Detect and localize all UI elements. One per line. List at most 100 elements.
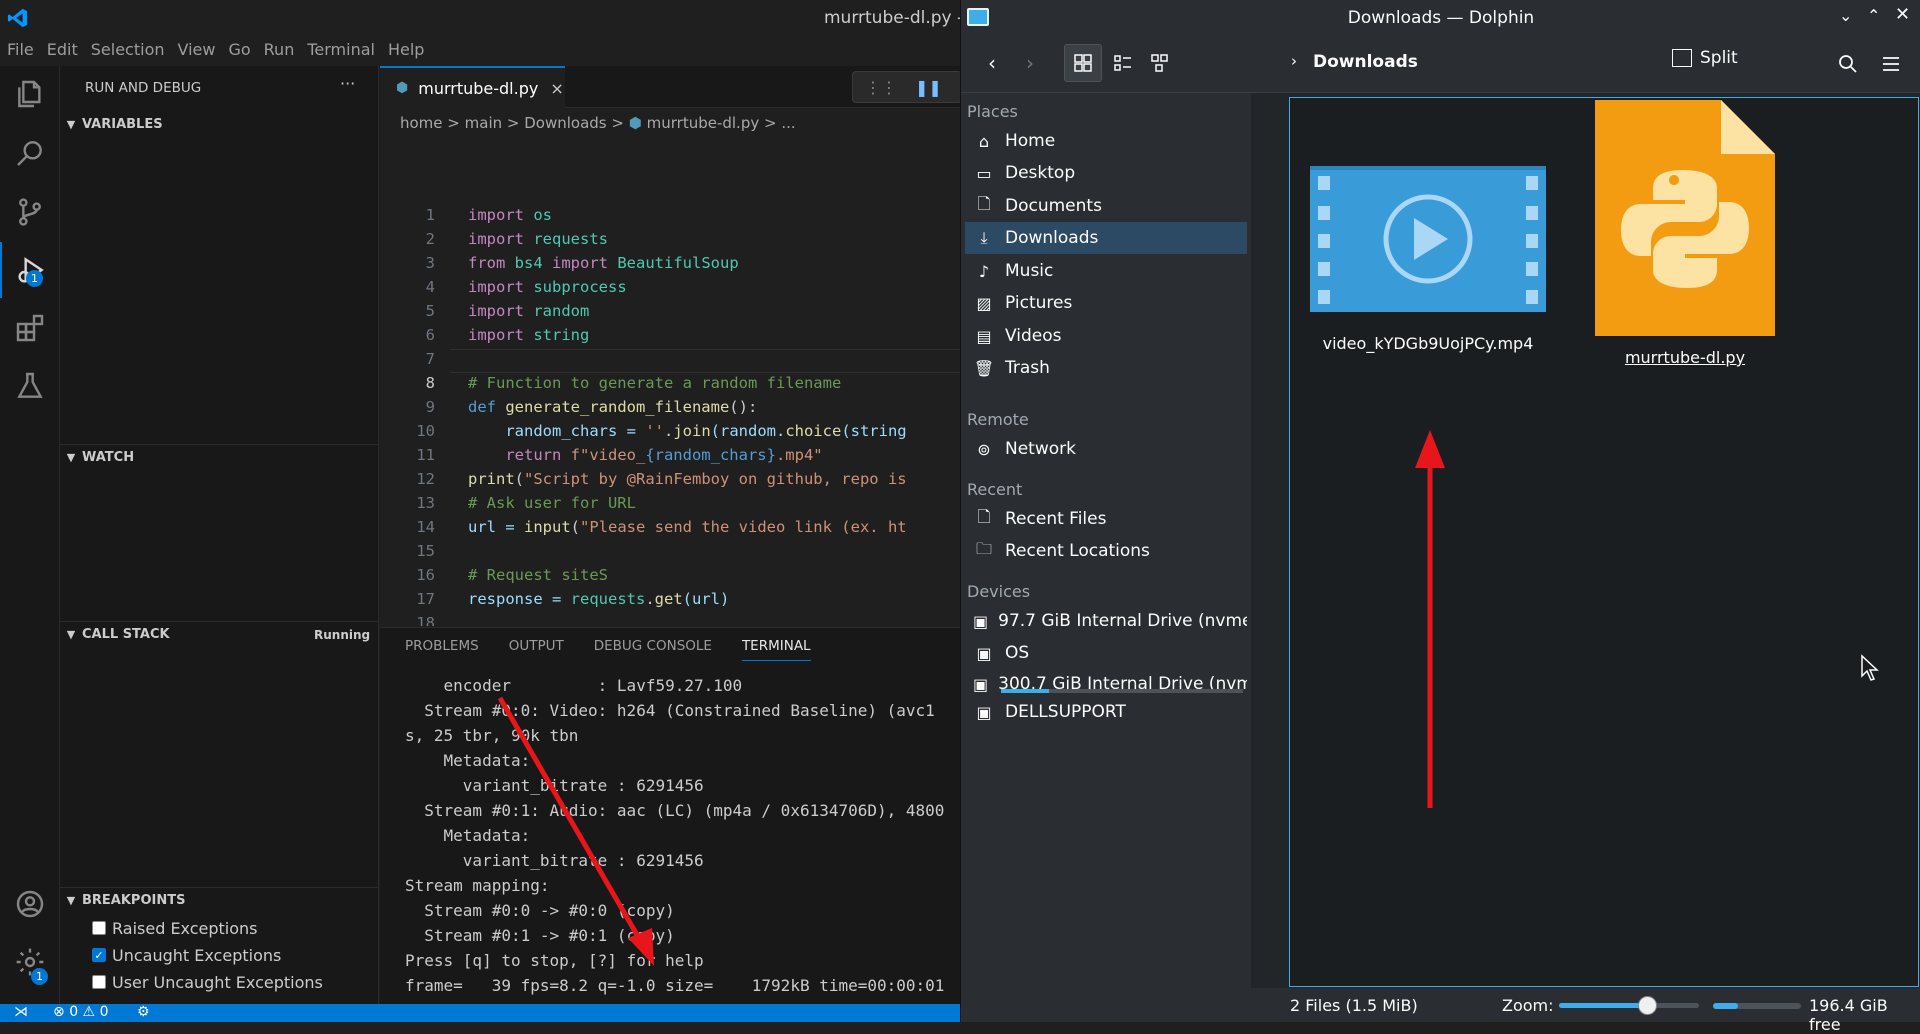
icons-view-button[interactable] — [1064, 44, 1102, 82]
place-downloads[interactable]: ⤓ Downloads — [965, 222, 1247, 254]
minimize-icon[interactable]: ⌄ — [1839, 6, 1852, 25]
zoom-slider-handle[interactable] — [1638, 996, 1657, 1015]
search-icon[interactable] — [1838, 54, 1858, 74]
place-documents[interactable]: 🗋 Documents — [965, 190, 1247, 222]
place-home[interactable]: ⌂ Home — [965, 125, 1247, 157]
code-token: # Request siteS — [468, 566, 608, 584]
line-number: 10 — [416, 422, 435, 440]
menu-help[interactable]: Help — [381, 39, 430, 63]
breadcrumb-file[interactable]: murrtube-dl.py — [647, 114, 760, 132]
status-bar: ⋊ ⊗ 0 ⚠ 0 ⚙ — [0, 1004, 960, 1022]
maximize-icon[interactable]: ⌃ — [1867, 6, 1880, 25]
problems-status[interactable]: ⊗ 0 ⚠ 0 — [53, 1004, 108, 1020]
menu-go[interactable]: Go — [221, 39, 256, 63]
forward-button[interactable]: › — [1011, 44, 1049, 82]
place-label: Network — [1005, 439, 1076, 459]
device-dellsupport[interactable]: ▣ DELLSUPPORT — [965, 696, 1247, 728]
variables-section-header[interactable]: ▼ VARIABLES — [60, 111, 379, 137]
panel-tabs: PROBLEMS OUTPUT DEBUG CONSOLE TERMINAL — [405, 638, 811, 661]
menu-run[interactable]: Run — [257, 39, 301, 63]
place-recent-files[interactable]: 🗋 Recent Files — [965, 503, 1247, 535]
window-title: Downloads — Dolphin — [1347, 8, 1535, 28]
tab-murrtube-dl[interactable]: ⬢ murrtube-dl.py × — [380, 66, 565, 108]
tab-problems[interactable]: PROBLEMS — [405, 638, 479, 661]
code-token: def — [468, 398, 496, 416]
place-desktop[interactable]: ▭ Desktop — [965, 157, 1247, 189]
back-button[interactable]: ‹ — [973, 44, 1011, 82]
drag-handle-icon[interactable]: ⋮⋮ — [865, 78, 897, 97]
file-view[interactable]: video_kYDGb9UojPCy.mp4 murrtube-dl.py — [1289, 97, 1919, 987]
search-icon[interactable] — [0, 125, 60, 181]
code-editor[interactable]: 1 2 3 4 5 6 7 8 9 10 11 12 13 14 15 16 1… — [380, 136, 960, 626]
file-python[interactable]: murrtube-dl.py — [1585, 100, 1785, 367]
run-debug-icon[interactable]: 1 — [0, 242, 60, 298]
device-os[interactable]: ▣ OS — [965, 637, 1247, 669]
more-actions-button[interactable]: ··· — [340, 74, 355, 93]
documents-icon: 🗋 — [977, 193, 991, 213]
remote-icon[interactable]: ⋊ — [14, 1004, 28, 1020]
checkbox[interactable] — [92, 921, 106, 935]
location-breadcrumb[interactable]: Downloads — [1313, 52, 1418, 72]
testing-icon[interactable] — [0, 358, 60, 414]
settings-gear-icon[interactable]: 1 — [0, 934, 60, 990]
tab-debug-console[interactable]: DEBUG CONSOLE — [594, 638, 712, 661]
place-videos[interactable]: ▤ Videos — [965, 320, 1247, 352]
code-token: # Ask user for URL — [468, 494, 636, 512]
location-chevron-icon[interactable]: › — [1291, 52, 1297, 70]
tab-output[interactable]: OUTPUT — [509, 638, 564, 661]
place-pictures[interactable]: ▨ Pictures — [965, 287, 1247, 319]
breadcrumb-home[interactable]: home — [400, 114, 443, 132]
place-trash[interactable]: 🗑 Trash — [965, 352, 1247, 384]
code-line: import subprocess — [468, 278, 627, 296]
accounts-icon[interactable] — [0, 876, 60, 932]
checkbox-checked[interactable]: ✓ — [92, 948, 106, 962]
terminal-line: frame= 39 fps=8.2 q=-1.0 size= 1792kB ti… — [405, 976, 945, 995]
split-button[interactable]: Split — [1672, 48, 1738, 68]
run-debug-sidebar: RUN AND DEBUG ··· ▼ VARIABLES ▼ WATCH ▼ CAL… — [60, 66, 379, 1004]
call-stack-section-header[interactable]: ▼ CALL STACK Running — [60, 621, 379, 647]
breakpoint-user-uncaught[interactable]: User Uncaught Exceptions — [92, 971, 323, 993]
source-control-icon[interactable] — [0, 184, 60, 240]
back-arrow-icon: ‹ — [988, 51, 996, 75]
settings-badge: 1 — [31, 968, 48, 985]
error-count: 0 — [69, 1004, 79, 1020]
tab-terminal[interactable]: TERMINAL — [741, 638, 811, 661]
terminal-line: Stream #0:0 -> #0:0 (copy) — [405, 901, 675, 920]
place-label: Music — [1005, 261, 1054, 281]
menu-view[interactable]: View — [171, 39, 222, 63]
code-token: '' — [645, 422, 664, 440]
explorer-icon[interactable] — [0, 66, 60, 122]
device-drive-1[interactable]: ▣ 97.7 GiB Internal Drive (nvme0n1p9) — [965, 605, 1247, 637]
menu-bar: File Edit Selection View Go Run Terminal… — [0, 39, 430, 63]
terminal-line: s, 25 tbr, 90k tbn — [405, 726, 579, 745]
compact-view-button[interactable] — [1104, 44, 1142, 82]
extensions-icon[interactable] — [0, 300, 60, 356]
breadcrumb-main[interactable]: main — [465, 114, 502, 132]
video-file-icon — [1310, 166, 1546, 312]
close-tab-icon[interactable]: × — [550, 79, 563, 98]
file-video[interactable]: video_kYDGb9UojPCy.mp4 — [1308, 166, 1548, 353]
hamburger-menu-icon[interactable] — [1881, 54, 1901, 74]
terminal[interactable]: encoder : Lavf59.27.100 Stream #0:0: Vid… — [405, 673, 965, 1003]
menu-file[interactable]: File — [0, 39, 40, 63]
checkbox[interactable] — [92, 975, 106, 989]
breadcrumb-symbol[interactable]: ... — [781, 114, 795, 132]
zoom-slider[interactable] — [1559, 996, 1699, 1015]
watch-section-header[interactable]: ▼ WATCH — [60, 444, 379, 470]
place-music[interactable]: ♪ Music — [965, 255, 1247, 287]
code-token: import — [468, 326, 524, 344]
place-network[interactable]: ⊚ Network — [965, 433, 1247, 465]
close-window-icon[interactable]: ✕ — [1895, 4, 1910, 25]
breakpoint-uncaught[interactable]: ✓ Uncaught Exceptions — [92, 944, 281, 966]
debug-status-icon[interactable]: ⚙ — [137, 1004, 150, 1020]
breadcrumb-downloads[interactable]: Downloads — [524, 114, 606, 132]
breakpoint-raised[interactable]: Raised Exceptions — [92, 917, 258, 939]
code-token: choice — [785, 422, 842, 440]
breakpoints-section-header[interactable]: ▼ BREAKPOINTS — [60, 887, 379, 913]
menu-edit[interactable]: Edit — [40, 39, 84, 63]
details-view-button[interactable] — [1141, 44, 1179, 82]
menu-terminal[interactable]: Terminal — [300, 39, 381, 63]
place-recent-locations[interactable]: 🗀 Recent Locations — [965, 535, 1247, 567]
menu-selection[interactable]: Selection — [84, 39, 171, 63]
pause-icon[interactable]: ❚❚ — [915, 78, 942, 97]
